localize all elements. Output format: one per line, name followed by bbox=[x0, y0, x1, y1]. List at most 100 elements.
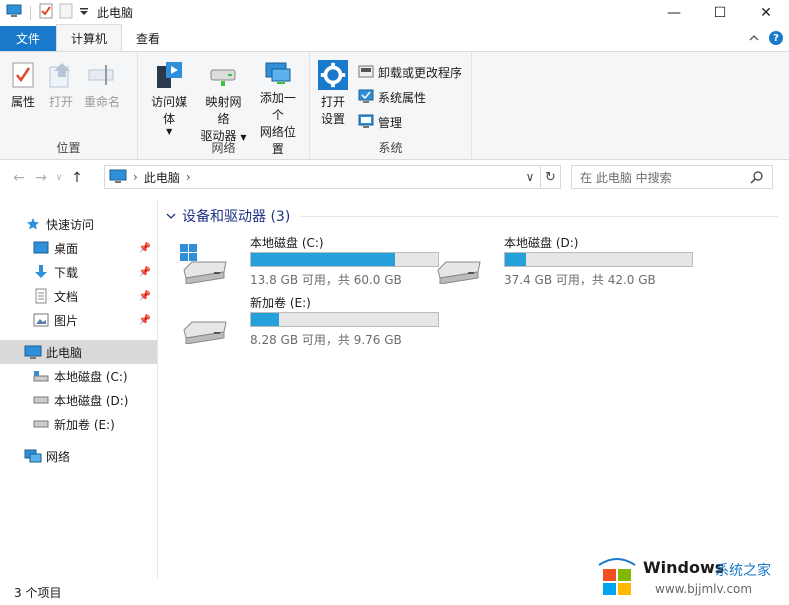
devices-group-title: 设备和驱动器 (3) bbox=[182, 209, 291, 225]
add-location-label-line1: 添加一个 bbox=[259, 91, 296, 122]
collapse-ribbon-icon[interactable] bbox=[749, 31, 759, 45]
watermark: Windows 系统之家 www.bjjmlv.com bbox=[595, 552, 785, 602]
open-settings-label-line2: 设置 bbox=[320, 112, 345, 126]
tab-file[interactable]: 文件 bbox=[0, 26, 56, 51]
ribbon-tabs: 文件 计算机 查看 ? bbox=[0, 24, 789, 52]
navigation-pane: 快速访问 桌面 📌 下载 📌 文档 📌 图片 📌 此电脑 本地磁盘 (C:) 本… bbox=[0, 200, 158, 578]
drive-tile-d[interactable]: 本地磁盘 (D:) 37.4 GB 可用，共 42.0 GB bbox=[434, 234, 693, 287]
desktop-icon bbox=[32, 240, 50, 256]
network-group: 访问媒体 ▼ 映射网络 驱动器 ▼ 添加一个 网络位置 网络 bbox=[138, 52, 310, 160]
nav-downloads[interactable]: 下载 📌 bbox=[0, 260, 157, 284]
ribbon: 属性 打开 重命名 位置 访问媒体 ▼ 映射网络 驱动器 ▼ 添加一个 网络位置… bbox=[0, 52, 789, 160]
drive-e-usage-bar bbox=[250, 312, 439, 327]
network-drive-icon bbox=[208, 58, 238, 92]
this-pc-icon bbox=[109, 169, 127, 186]
network-location-icon bbox=[263, 58, 293, 88]
nav-downloads-label: 下载 bbox=[54, 265, 79, 280]
drive-e-usage-fill bbox=[251, 313, 280, 326]
watermark-brand: Windows bbox=[643, 558, 725, 577]
nav-documents-label: 文档 bbox=[54, 289, 79, 304]
drive-c-name: 本地磁盘 (C:) bbox=[250, 236, 324, 250]
location-group-label: 位置 bbox=[56, 141, 81, 155]
uninstall-label: 卸载或更改程序 bbox=[378, 66, 463, 80]
location-group: 属性 打开 重命名 位置 bbox=[0, 52, 138, 160]
window-controls: — ☐ ✕ bbox=[651, 0, 789, 25]
document-icon bbox=[32, 288, 50, 304]
address-bar[interactable]: › 此电脑 › ∨ bbox=[104, 165, 541, 189]
quick-access-toolbar bbox=[0, 3, 89, 22]
tab-computer[interactable]: 计算机 bbox=[56, 24, 123, 51]
breadcrumb-this-pc[interactable]: 此电脑 bbox=[144, 169, 180, 186]
watermark-url: www.bjjmlv.com bbox=[655, 582, 753, 596]
access-media-label: 访问媒体 bbox=[151, 95, 188, 126]
navigation-bar: ← → ∨ ↑ › 此电脑 › ∨ ↻ 在 此电脑 中搜索 bbox=[0, 165, 789, 191]
nav-network[interactable]: 网络 bbox=[0, 444, 157, 468]
drive-d-space-info: 37.4 GB 可用，共 42.0 GB bbox=[504, 273, 656, 287]
tab-view[interactable]: 查看 bbox=[122, 26, 174, 51]
refresh-icon: ↻ bbox=[545, 169, 556, 185]
item-count: 3 个项目 bbox=[14, 586, 62, 600]
back-arrow-icon[interactable]: ← bbox=[8, 170, 30, 186]
new-folder-icon[interactable] bbox=[59, 3, 73, 22]
windows-drive-icon bbox=[180, 244, 228, 285]
drive-d-name: 本地磁盘 (D:) bbox=[504, 236, 579, 250]
nav-network-label: 网络 bbox=[46, 449, 71, 464]
forward-arrow-icon[interactable]: → bbox=[30, 170, 52, 186]
pin-icon[interactable]: 📌 bbox=[139, 243, 151, 254]
open-icon bbox=[46, 58, 76, 92]
customize-dropdown-icon[interactable] bbox=[79, 6, 89, 20]
nav-pictures[interactable]: 图片 📌 bbox=[0, 308, 157, 332]
recent-locations-chevron-icon[interactable]: ∨ bbox=[52, 173, 66, 183]
drive-c-usage-bar bbox=[250, 252, 439, 267]
drive-tile-c[interactable]: 本地磁盘 (C:) 13.8 GB 可用，共 60.0 GB bbox=[180, 234, 439, 287]
hard-drive-icon bbox=[434, 244, 482, 285]
devices-group-header[interactable]: 设备和驱动器 (3) bbox=[166, 206, 290, 226]
hard-drive-icon bbox=[32, 392, 50, 408]
rename-icon bbox=[87, 58, 117, 92]
map-drive-label-line1: 映射网络 bbox=[205, 95, 242, 126]
search-box[interactable]: 在 此电脑 中搜索 bbox=[571, 165, 773, 189]
nav-drive-e[interactable]: 新加卷 (E:) bbox=[0, 412, 157, 436]
nav-drive-d[interactable]: 本地磁盘 (D:) bbox=[0, 388, 157, 412]
refresh-button[interactable]: ↻ bbox=[541, 165, 561, 189]
properties-icon bbox=[8, 58, 38, 92]
pin-icon[interactable]: 📌 bbox=[139, 315, 151, 326]
picture-icon bbox=[32, 312, 50, 328]
system-properties-label: 系统属性 bbox=[378, 91, 427, 105]
this-pc-icon bbox=[24, 344, 42, 360]
nav-this-pc[interactable]: 此电脑 bbox=[0, 340, 157, 364]
maximize-button[interactable]: ☐ bbox=[697, 0, 743, 25]
close-button[interactable]: ✕ bbox=[743, 0, 789, 25]
pin-icon[interactable]: 📌 bbox=[139, 291, 151, 302]
nav-drive-c[interactable]: 本地磁盘 (C:) bbox=[0, 364, 157, 388]
nav-drive-e-label: 新加卷 (E:) bbox=[54, 417, 115, 432]
programs-icon bbox=[358, 63, 374, 82]
help-icon[interactable]: ? bbox=[769, 31, 783, 45]
minimize-button[interactable]: — bbox=[651, 0, 697, 25]
properties-check-icon[interactable] bbox=[39, 3, 53, 22]
up-arrow-icon[interactable]: ↑ bbox=[66, 170, 88, 186]
breadcrumb-separator-icon[interactable]: › bbox=[186, 170, 191, 184]
system-group: 打开 设置 卸载或更改程序 系统属性 管理 系统 bbox=[310, 52, 472, 160]
manage-button[interactable]: 管理 bbox=[358, 112, 462, 133]
nav-desktop[interactable]: 桌面 📌 bbox=[0, 236, 157, 260]
pin-icon[interactable]: 📌 bbox=[139, 267, 151, 278]
toolbar-divider bbox=[30, 5, 31, 20]
window-title: 此电脑 bbox=[97, 6, 134, 20]
star-icon bbox=[24, 216, 42, 232]
nav-quick-access[interactable]: 快速访问 bbox=[0, 212, 157, 236]
breadcrumb-separator-icon[interactable]: › bbox=[133, 170, 138, 184]
drive-e-name: 新加卷 (E:) bbox=[250, 296, 311, 310]
drive-tile-e[interactable]: 新加卷 (E:) 8.28 GB 可用，共 9.76 GB bbox=[180, 294, 439, 347]
address-dropdown-icon[interactable]: ∨ bbox=[520, 166, 540, 188]
content-area: 设备和驱动器 (3) 本地磁盘 (C:) 13.8 GB 可用，共 60.0 G… bbox=[160, 200, 780, 578]
nav-documents[interactable]: 文档 📌 bbox=[0, 284, 157, 308]
system-properties-button[interactable]: 系统属性 bbox=[358, 87, 462, 108]
uninstall-programs-button[interactable]: 卸载或更改程序 bbox=[358, 62, 462, 83]
search-placeholder: 在 此电脑 中搜索 bbox=[580, 170, 672, 185]
chevron-down-icon[interactable] bbox=[166, 208, 176, 224]
search-icon[interactable] bbox=[750, 170, 764, 187]
computer-icon[interactable] bbox=[6, 4, 22, 21]
hard-drive-icon bbox=[180, 304, 228, 345]
drive-d-usage-bar bbox=[504, 252, 693, 267]
